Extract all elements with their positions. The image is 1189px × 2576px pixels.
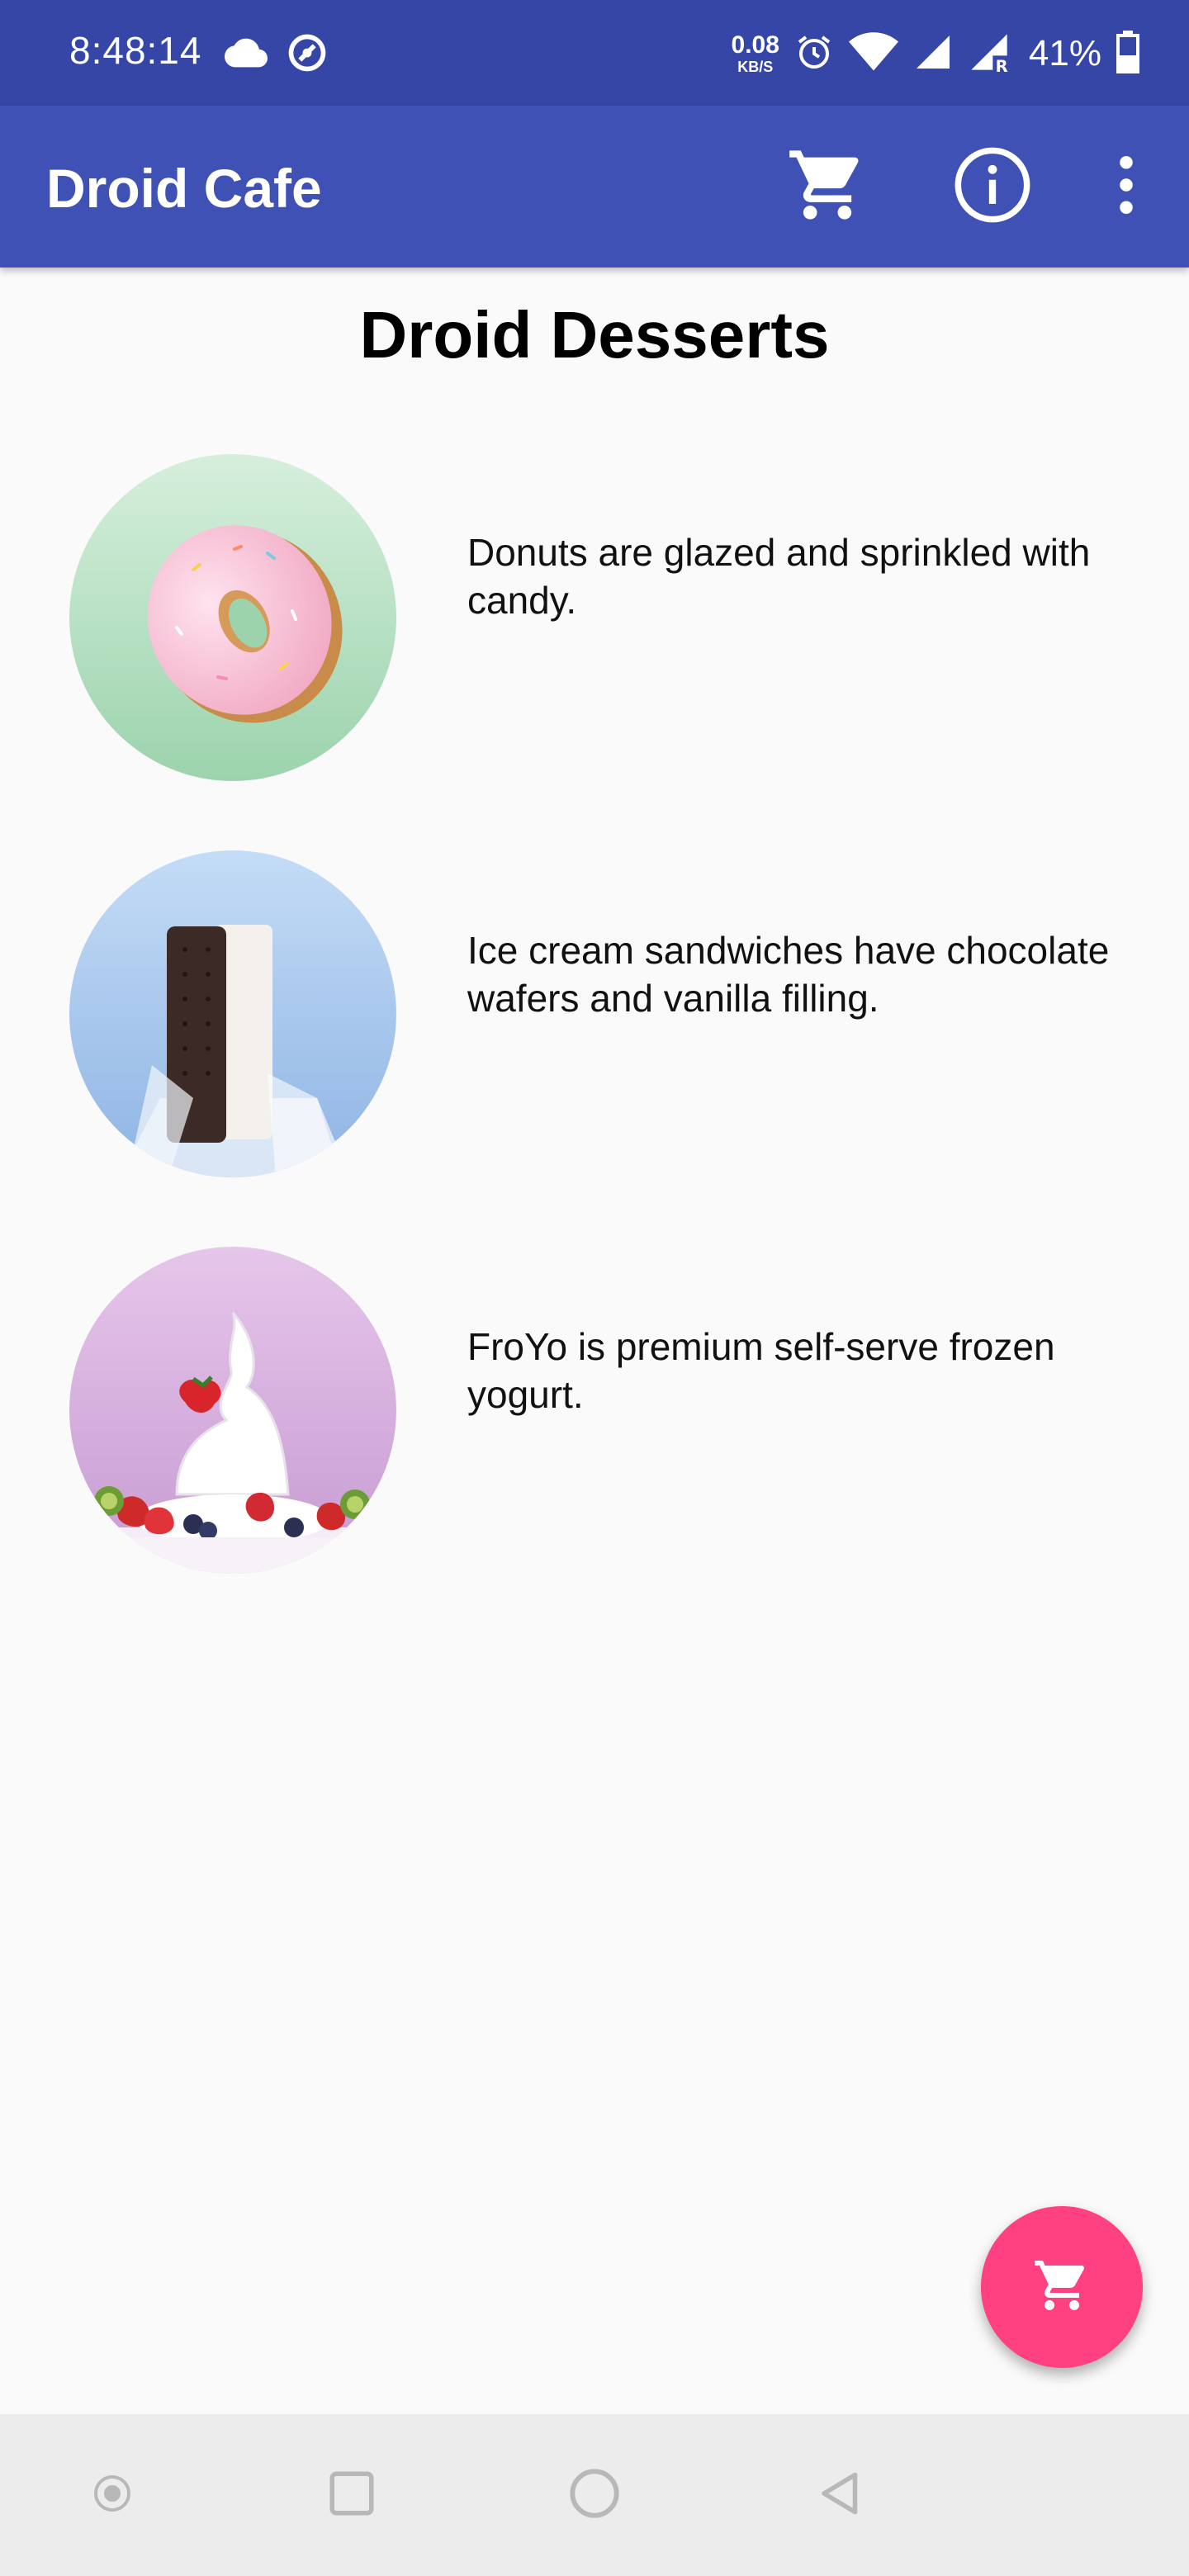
status-time: 8:48:14	[69, 29, 202, 72]
screen: 8:48:14 0.08 KB/S R 41% Droid Cafe Droid…	[0, 0, 1189, 2576]
cloud-icon	[225, 31, 268, 78]
cart-icon	[1032, 2256, 1092, 2319]
signal-roaming-icon: R	[968, 31, 1011, 78]
cart-fab[interactable]	[981, 2206, 1143, 2368]
svg-text:R: R	[996, 56, 1008, 73]
network-speed: 0.08 KB/S	[731, 31, 779, 75]
recents-icon	[327, 2469, 377, 2522]
wifi-icon	[848, 31, 898, 78]
network-speed-value: 0.08	[731, 31, 779, 59]
cart-button[interactable]	[784, 144, 870, 230]
froyo-image[interactable]	[69, 1247, 396, 1574]
overflow-menu-icon	[1116, 155, 1136, 218]
network-speed-unit: KB/S	[737, 59, 774, 75]
app-title: Droid Cafe	[46, 158, 322, 219]
ice-cream-sandwich-description: Ice cream sandwiches have chocolate wafe…	[467, 929, 1110, 1020]
alarm-icon	[794, 32, 834, 76]
back-icon	[816, 2469, 865, 2522]
froyo-description: FroYo is premium self-serve frozen yogur…	[467, 1325, 1055, 1416]
cart-icon	[786, 144, 869, 230]
donut-description: Donuts are glazed and sprinkled with can…	[467, 531, 1091, 622]
nav-dot-button[interactable]	[79, 2462, 145, 2528]
dot-icon	[92, 2474, 132, 2517]
info-icon	[951, 144, 1034, 230]
info-button[interactable]	[950, 144, 1035, 230]
home-icon	[568, 2467, 621, 2524]
home-button[interactable]	[561, 2462, 628, 2528]
recents-button[interactable]	[319, 2462, 385, 2528]
navigation-bar	[0, 2414, 1189, 2576]
ice-cream-sandwich-image[interactable]	[69, 850, 396, 1177]
battery-percent: 41%	[1028, 33, 1101, 73]
app-bar: Droid Cafe	[0, 106, 1189, 268]
signal-icon	[913, 32, 953, 76]
donut-image[interactable]	[69, 454, 396, 781]
page-title: Droid Desserts	[359, 298, 830, 372]
status-bar: 8:48:14 0.08 KB/S R 41%	[0, 0, 1189, 106]
do-not-disturb-icon	[286, 31, 329, 78]
battery-icon	[1116, 30, 1139, 78]
overflow-menu-button[interactable]	[1083, 144, 1169, 230]
back-button[interactable]	[808, 2462, 874, 2528]
